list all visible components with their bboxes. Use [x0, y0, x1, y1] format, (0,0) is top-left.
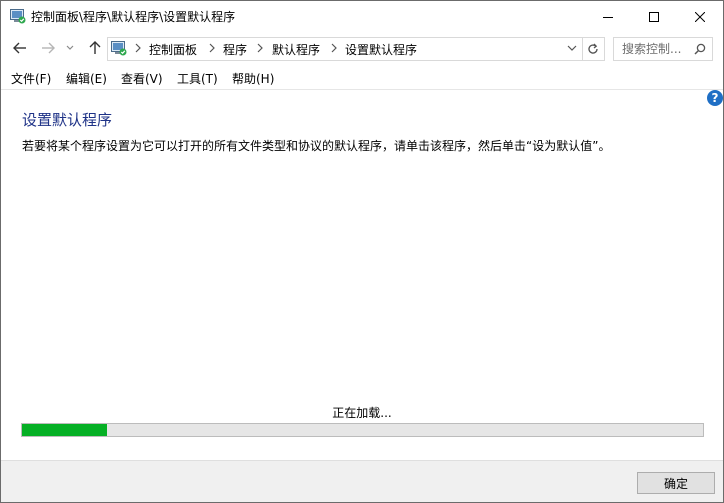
arrow-up-icon [89, 41, 101, 54]
refresh-icon [588, 43, 598, 54]
progress-bar [21, 423, 704, 437]
chevron-right-icon[interactable] [256, 43, 264, 53]
menu-bar: 文件(F) 编辑(E) 查看(V) 工具(T) 帮助(H) [1, 65, 723, 90]
search-box[interactable] [613, 37, 713, 61]
menu-view[interactable]: 查看(V) [121, 70, 163, 87]
chevron-right-icon[interactable] [330, 43, 338, 53]
breadcrumb-default-programs[interactable]: 默认程序 [272, 41, 320, 58]
chevron-right-icon[interactable] [134, 43, 142, 53]
menu-file[interactable]: 文件(F) [11, 70, 51, 87]
back-button[interactable] [11, 39, 29, 57]
close-button[interactable] [677, 1, 723, 32]
dialog-footer: 确定 [1, 460, 723, 502]
minimize-icon [603, 16, 613, 18]
forward-button[interactable] [39, 39, 57, 57]
control-panel-icon [10, 9, 26, 24]
chevron-right-icon[interactable] [208, 43, 216, 53]
window-title: 控制面板\程序\默认程序\设置默认程序 [31, 10, 236, 24]
breadcrumb-set-default-programs[interactable]: 设置默认程序 [345, 41, 417, 58]
page-title: 设置默认程序 [22, 111, 113, 129]
navigation-bar: 控制面板 程序 默认程序 设置默认程序 [1, 32, 723, 64]
up-button[interactable] [86, 39, 104, 57]
minimize-button[interactable] [585, 1, 631, 32]
search-icon[interactable] [694, 43, 706, 55]
menu-help[interactable]: 帮助(H) [232, 70, 274, 87]
arrow-right-icon [42, 42, 55, 54]
breadcrumb-control-panel[interactable]: 控制面板 [149, 41, 197, 58]
maximize-icon [649, 11, 659, 22]
app-window: 控制面板\程序\默认程序\设置默认程序 控制面板 程序 默认程序 设置默认程序 … [0, 0, 724, 503]
address-bar[interactable]: 控制面板 程序 默认程序 设置默认程序 [107, 37, 583, 61]
maximize-button[interactable] [631, 1, 677, 32]
progress-fill [22, 424, 108, 436]
arrow-left-icon [13, 42, 26, 54]
loading-label: 正在加载... [332, 406, 392, 420]
close-icon [695, 11, 705, 22]
chevron-down-icon [66, 45, 74, 50]
chevron-down-icon[interactable] [566, 43, 578, 53]
search-input[interactable] [614, 38, 696, 60]
title-bar[interactable]: 控制面板\程序\默认程序\设置默认程序 [1, 1, 723, 32]
refresh-button[interactable] [582, 37, 605, 61]
control-panel-icon [111, 41, 127, 56]
ok-button[interactable]: 确定 [637, 472, 715, 494]
help-icon[interactable]: ? [707, 90, 723, 106]
menu-edit[interactable]: 编辑(E) [66, 70, 107, 87]
breadcrumb-programs[interactable]: 程序 [223, 41, 247, 58]
menu-tools[interactable]: 工具(T) [177, 70, 218, 87]
page-description: 若要将某个程序设置为它可以打开的所有文件类型和协议的默认程序，请单击该程序，然后… [22, 139, 611, 153]
recent-locations-button[interactable] [65, 39, 75, 57]
